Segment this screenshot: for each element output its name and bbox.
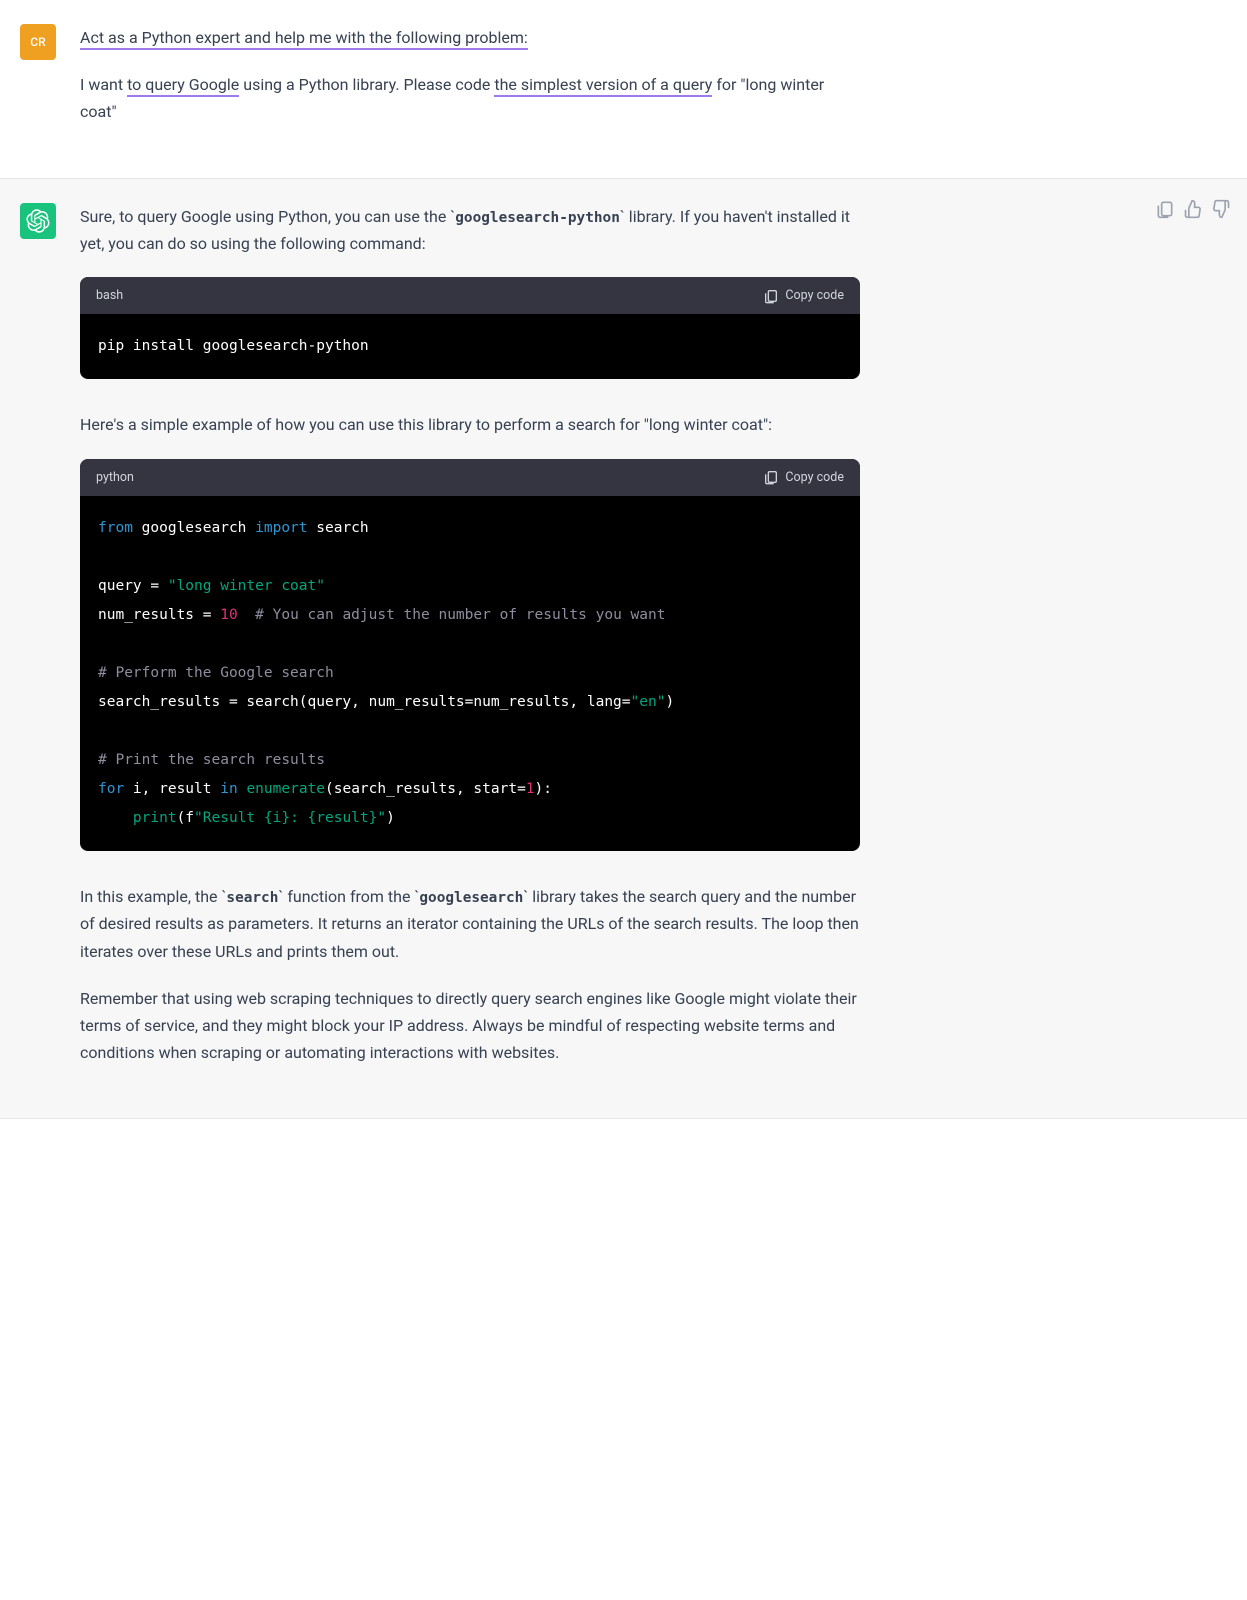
code-header: python Copy code [80,459,860,496]
thumbs-down-button[interactable] [1211,199,1231,219]
copy-code-button[interactable]: Copy code [763,467,844,488]
code-block-python: python Copy code from googlesearch impor… [80,459,860,851]
user-prompt-line-1: Act as a Python expert and help me with … [80,24,860,51]
user-avatar: CR [20,24,56,60]
openai-logo-icon [26,209,50,233]
code-lang: bash [96,285,123,306]
code-header: bash Copy code [80,277,860,314]
user-content: Act as a Python expert and help me with … [80,24,860,146]
user-message: CR Act as a Python expert and help me wi… [0,0,1247,179]
copy-code-label: Copy code [785,285,844,306]
assistant-para-2: Here's a simple example of how you can u… [80,411,860,438]
code-body[interactable]: pip install googlesearch-python [80,314,860,379]
assistant-content: Sure, to query Google using Python, you … [80,203,860,1087]
code-block-bash: bash Copy code pip install googlesearch-… [80,277,860,379]
inline-code: googlesearch-python [455,210,620,226]
assistant-para-4: Remember that using web scraping techniq… [80,985,860,1067]
message-actions [1155,199,1231,219]
thumbs-up-icon [1183,199,1203,219]
copy-code-label: Copy code [785,467,844,488]
assistant-para-1: Sure, to query Google using Python, you … [80,203,860,258]
prompt-underline-3: the simplest version of a query [494,75,712,97]
copy-code-button[interactable]: Copy code [763,285,844,306]
user-initials: CR [30,32,45,52]
assistant-para-3: In this example, the `search` function f… [80,883,860,965]
assistant-message: Sure, to query Google using Python, you … [0,179,1247,1120]
thumbs-down-icon [1211,199,1231,219]
copy-message-button[interactable] [1155,199,1175,219]
clipboard-icon [763,288,779,304]
code-body[interactable]: from googlesearch import search query = … [80,496,860,851]
inline-code: googlesearch [419,890,523,906]
prompt-underline-2: to query Google [127,75,239,97]
prompt-underline-1: Act as a Python expert and help me with … [80,28,528,50]
assistant-avatar [20,203,56,239]
user-prompt-line-2: I want to query Google using a Python li… [80,71,860,125]
clipboard-icon [763,469,779,485]
inline-code: search [226,890,278,906]
thumbs-up-button[interactable] [1183,199,1203,219]
clipboard-icon [1155,199,1175,219]
code-lang: python [96,467,134,488]
